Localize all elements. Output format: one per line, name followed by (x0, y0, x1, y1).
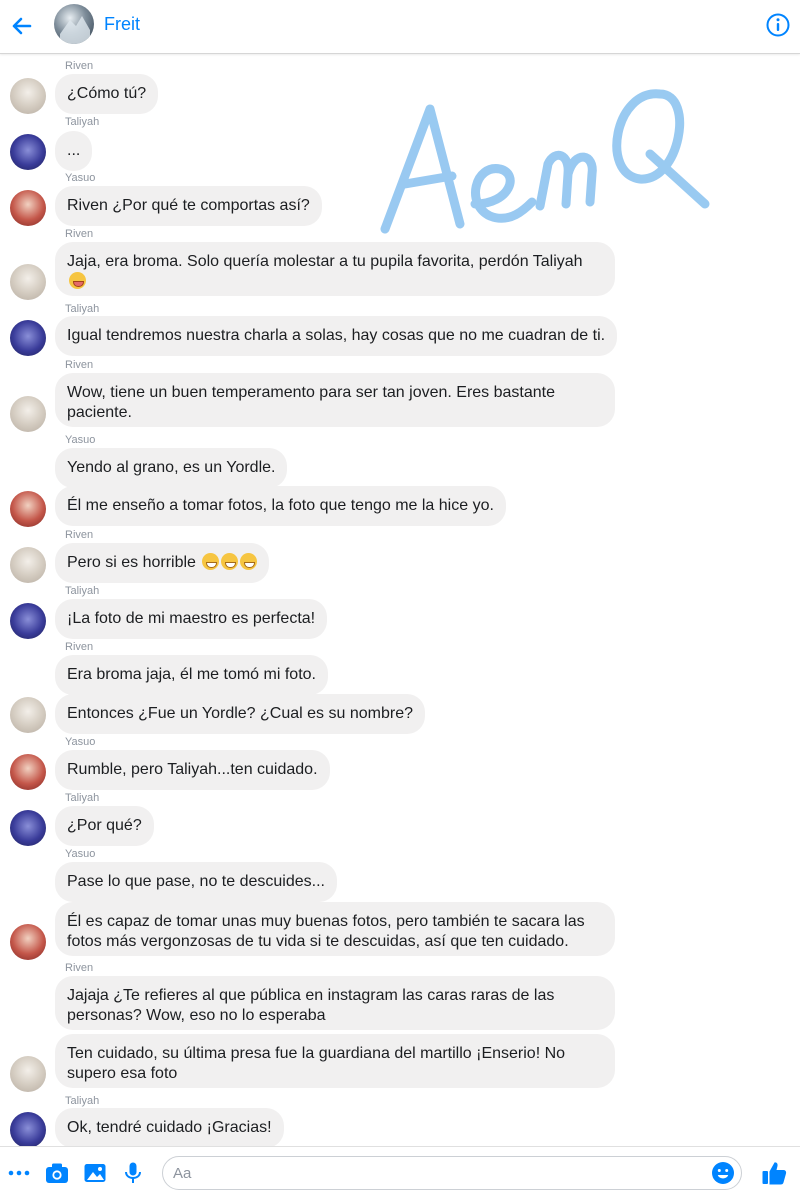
message-bubble[interactable]: Igual tendremos nuestra charla a solas, … (55, 316, 618, 356)
sender-name: Taliyah (65, 792, 100, 804)
riven-avatar (10, 697, 46, 733)
grinning-emoji-icon (221, 553, 239, 570)
message-bubble[interactable]: Él me enseño a tomar fotos, la foto que … (55, 486, 506, 526)
contact-avatar[interactable] (54, 4, 94, 44)
grinning-emoji-icon (202, 553, 220, 570)
message-bubble[interactable]: Yendo al grano, es un Yordle. (55, 448, 288, 488)
sender-name: Yasuo (65, 172, 96, 184)
message-input-placeholder: Aa (173, 1165, 192, 1182)
message-bubble[interactable]: ¡La foto de mi maestro es perfecta! (55, 599, 328, 639)
message-bubble[interactable]: Ten cuidado, su última presa fue la guar… (55, 1034, 615, 1088)
emoji-icon[interactable] (711, 1161, 735, 1185)
sender-name: Riven (65, 641, 94, 653)
message-list[interactable]: Riven ¿Cómo tú? Taliyah ... Yasuo Riven … (0, 54, 800, 1146)
yasuo-avatar (10, 190, 46, 226)
sender-name: Riven (65, 60, 94, 72)
sender-name: Yasuo (65, 848, 96, 860)
riven-avatar (10, 264, 46, 300)
sender-name: Yasuo (65, 736, 96, 748)
sender-name: Riven (65, 359, 94, 371)
camera-icon[interactable] (44, 1160, 70, 1186)
message-bubble[interactable]: Era broma jaja, él me tomó mi foto. (55, 655, 328, 695)
gallery-icon[interactable] (82, 1160, 108, 1186)
taliyah-avatar (10, 320, 46, 356)
yasuo-avatar (10, 754, 46, 790)
sender-name: Taliyah (65, 1095, 100, 1107)
conversation-title[interactable]: Freit (104, 14, 140, 35)
message-bubble[interactable]: Rumble, pero Taliyah...ten cuidado. (55, 750, 330, 790)
message-bubble[interactable]: ¿Cómo tú? (55, 74, 159, 114)
message-text: Pero si es horrible (67, 554, 196, 571)
sender-name: Riven (65, 228, 94, 240)
conversation-header: Freit (0, 0, 800, 54)
message-bubble[interactable]: ¿Por qué? (55, 806, 154, 846)
message-bubble[interactable]: Wow, tiene un buen temperamento para ser… (55, 373, 615, 427)
message-bubble[interactable]: Entonces ¿Fue un Yordle? ¿Cual es su nom… (55, 694, 425, 734)
sender-name: Yasuo (65, 434, 96, 446)
composer-bar: Aa (0, 1146, 800, 1198)
taliyah-avatar (10, 134, 46, 170)
message-bubble[interactable]: Riven ¿Por qué te comportas así? (55, 186, 322, 226)
more-icon[interactable] (6, 1160, 32, 1186)
yasuo-avatar (10, 491, 46, 527)
riven-avatar (10, 1056, 46, 1092)
message-input[interactable]: Aa (162, 1156, 742, 1190)
microphone-icon[interactable] (120, 1160, 146, 1186)
back-arrow-icon[interactable] (6, 11, 38, 41)
message-bubble[interactable]: Él es capaz de tomar unas muy buenas fot… (55, 902, 615, 956)
message-bubble[interactable]: Pase lo que pase, no te descuides... (55, 862, 337, 902)
sender-name: Riven (65, 962, 94, 974)
message-text: Jaja, era broma. Solo quería molestar a … (67, 253, 583, 270)
message-bubble[interactable]: Jajaja ¿Te refieres al que pública en in… (55, 976, 615, 1030)
message-bubble[interactable]: ... (55, 131, 93, 171)
message-bubble[interactable]: Ok, tendré cuidado ¡Gracias! (55, 1108, 284, 1146)
yasuo-avatar (10, 924, 46, 960)
sender-name: Taliyah (65, 116, 100, 128)
sender-name: Riven (65, 529, 94, 541)
taliyah-avatar (10, 603, 46, 639)
taliyah-avatar (10, 1112, 46, 1146)
grinning-emoji-icon (240, 553, 258, 570)
riven-avatar (10, 547, 46, 583)
info-icon[interactable] (764, 11, 792, 39)
like-icon[interactable] (760, 1159, 788, 1187)
sender-name: Taliyah (65, 585, 100, 597)
riven-avatar (10, 78, 46, 114)
message-bubble[interactable]: Jaja, era broma. Solo quería molestar a … (55, 242, 615, 296)
message-bubble[interactable]: Pero si es horrible (55, 543, 270, 583)
sender-name: Taliyah (65, 303, 100, 315)
tongue-emoji-icon (69, 272, 86, 289)
taliyah-avatar (10, 810, 46, 846)
riven-avatar (10, 396, 46, 432)
